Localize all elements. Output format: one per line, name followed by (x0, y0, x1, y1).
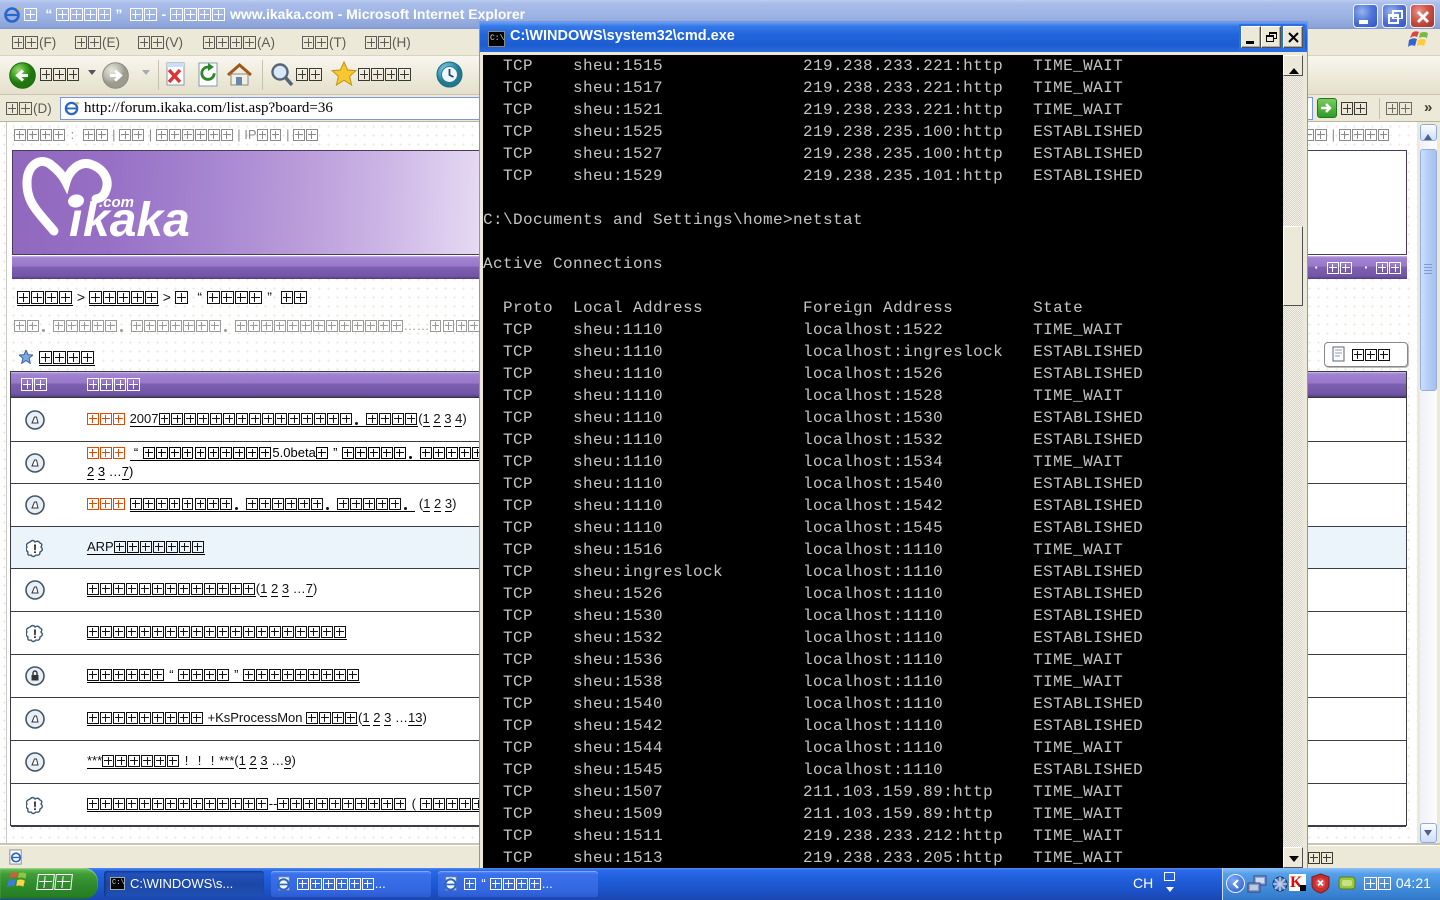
svg-text:!: ! (33, 799, 37, 813)
svg-text:!: ! (33, 627, 37, 641)
svg-text:!: ! (33, 542, 37, 556)
